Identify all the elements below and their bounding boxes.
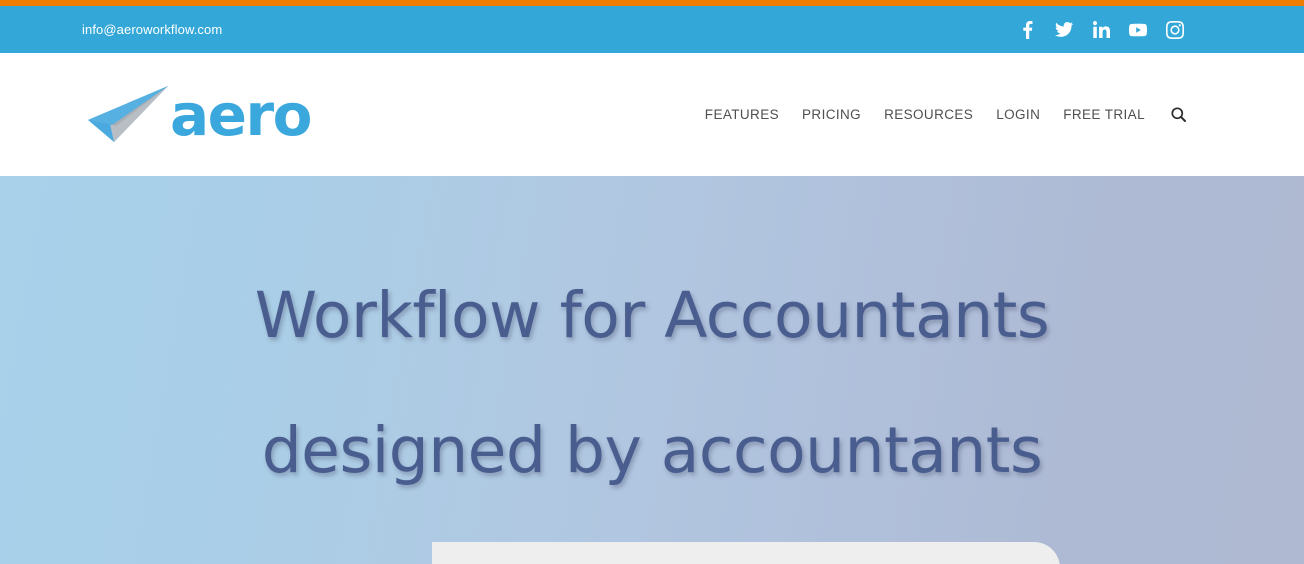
hero-headline-line-1: Workflow for Accountants: [254, 279, 1050, 352]
hero-headline-line-2: designed by accountants: [261, 414, 1043, 487]
nav-item-login[interactable]: LOGIN: [996, 107, 1040, 122]
search-icon[interactable]: [1171, 107, 1186, 122]
twitter-icon[interactable]: [1055, 21, 1073, 39]
contact-email-link[interactable]: info@aeroworkflow.com: [82, 22, 222, 37]
logo-wordmark: aero: [170, 80, 312, 149]
paper-plane-icon: [86, 84, 174, 146]
hero-copy: Workflow for Accountants designed by acc…: [0, 176, 1304, 564]
nav-item-free-trial[interactable]: FREE TRIAL: [1063, 107, 1145, 122]
facebook-icon[interactable]: [1018, 20, 1036, 39]
linkedin-icon[interactable]: [1092, 21, 1110, 39]
nav-item-pricing[interactable]: PRICING: [802, 107, 861, 122]
social-links: [1018, 20, 1184, 39]
primary-navigation: FEATURES PRICING RESOURCES LOGIN FREE TR…: [705, 107, 1186, 122]
nav-item-features[interactable]: FEATURES: [705, 107, 779, 122]
site-header: aero FEATURES PRICING RESOURCES LOGIN FR…: [0, 53, 1304, 176]
site-logo[interactable]: aero: [86, 80, 312, 149]
youtube-icon[interactable]: [1129, 21, 1147, 39]
top-utility-bar: info@aeroworkflow.com: [0, 6, 1304, 53]
nav-item-resources[interactable]: RESOURCES: [884, 107, 973, 122]
hero-section: Workflow for Accountants designed by acc…: [0, 176, 1304, 564]
hero-illustration-panel: [432, 542, 1060, 564]
instagram-icon[interactable]: [1166, 20, 1184, 39]
